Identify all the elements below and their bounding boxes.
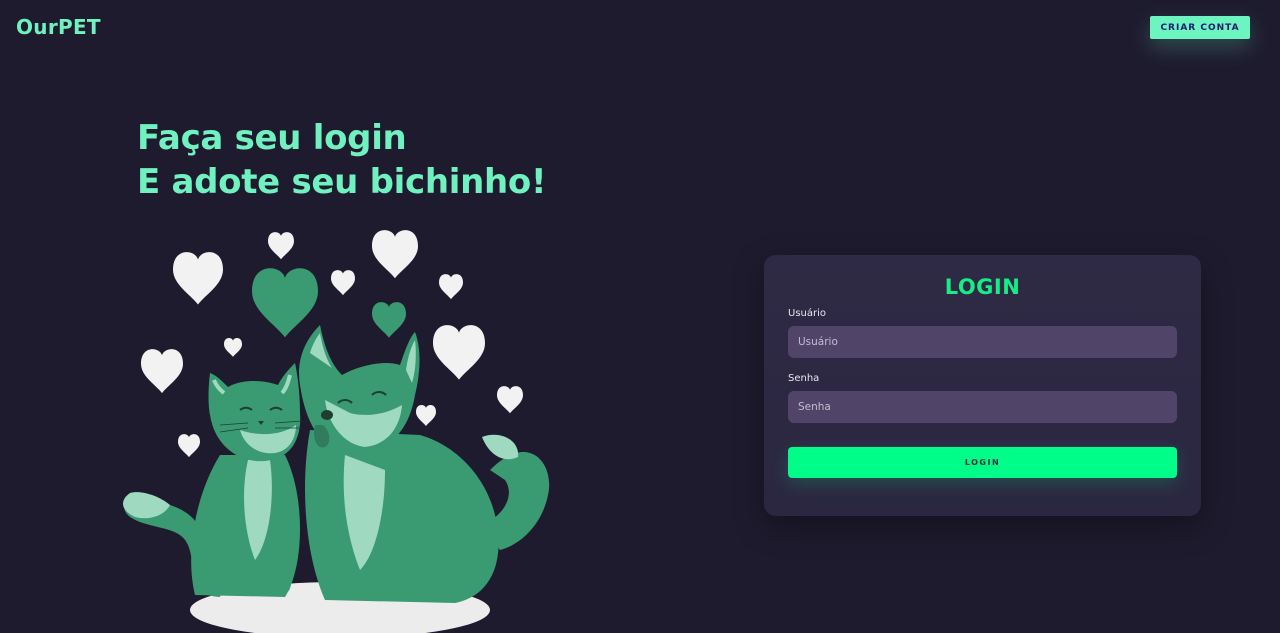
hero-title: Faça seu login E adote seu bichinho!: [137, 116, 546, 204]
login-page: OurPET CRIAR CONTA Faça seu login E adot…: [0, 0, 1280, 633]
username-input[interactable]: [788, 326, 1177, 358]
create-account-button[interactable]: CRIAR CONTA: [1150, 16, 1250, 39]
username-label: Usuário: [788, 308, 827, 319]
hero-title-line-1: Faça seu login: [137, 118, 407, 158]
cat-figure: [191, 363, 303, 597]
login-button[interactable]: LOGIN: [788, 447, 1177, 478]
hero-title-line-2: E adote seu bichinho!: [137, 162, 547, 202]
login-card: LOGIN Usuário Senha LOGIN: [764, 255, 1201, 516]
logo[interactable]: OurPET: [16, 15, 101, 39]
login-title: LOGIN: [944, 275, 1021, 299]
password-label: Senha: [788, 373, 820, 384]
password-input[interactable]: [788, 391, 1177, 423]
pets-illustration: [123, 230, 550, 633]
